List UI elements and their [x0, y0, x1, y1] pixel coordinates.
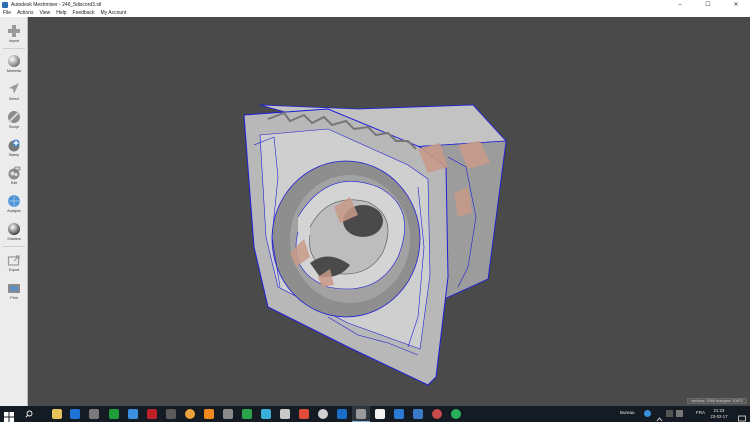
tool-edit[interactable]: Edit: [2, 163, 26, 189]
minimize-button[interactable]: –: [666, 0, 694, 9]
maximize-button[interactable]: ☐: [694, 0, 722, 9]
file-explorer-icon[interactable]: [52, 409, 62, 419]
toolbar-divider: [3, 48, 25, 49]
menu-view[interactable]: View: [39, 10, 50, 16]
close-button[interactable]: ✕: [722, 0, 750, 9]
chevron-up-icon[interactable]: [656, 410, 663, 422]
os-taskbar: Bureau FRA 21:23 23-02-17: [0, 406, 750, 422]
meshmixer-taskbar-icon[interactable]: [356, 409, 366, 419]
menu-help[interactable]: Help: [56, 10, 66, 16]
window-controls: – ☐ ✕: [666, 0, 750, 9]
tool-import[interactable]: Import: [2, 21, 26, 47]
tool-print[interactable]: Print: [2, 278, 26, 304]
app-blue3-icon[interactable]: [413, 409, 423, 419]
edit-icon: [7, 165, 22, 180]
volume-icon[interactable]: [676, 410, 683, 417]
tool-stamp[interactable]: Stamp: [2, 135, 26, 161]
tool-shaders-label: Shaders: [7, 237, 21, 241]
app-green-icon[interactable]: [242, 409, 252, 419]
calculator-icon[interactable]: [223, 409, 233, 419]
app-dark-blue-icon[interactable]: [337, 409, 347, 419]
mail-icon[interactable]: [89, 409, 99, 419]
app-green2-icon[interactable]: [451, 409, 461, 419]
clock-date: 23-02-17: [710, 414, 728, 419]
app-ball-icon[interactable]: [432, 409, 442, 419]
language-indicator[interactable]: FRA: [696, 410, 705, 415]
print-icon: [7, 280, 22, 295]
search-icon[interactable]: [24, 409, 34, 419]
sphere-icon: [7, 53, 22, 68]
tool-shaders[interactable]: Shaders: [2, 219, 26, 245]
app-circle-icon[interactable]: [318, 409, 328, 419]
menu-bar: File Actions View Help Feedback My Accou…: [0, 9, 750, 17]
app-cyan-icon[interactable]: [261, 409, 271, 419]
tool-select[interactable]: Select: [2, 79, 26, 105]
system-clock[interactable]: 21:23 23-02-17: [706, 408, 732, 420]
menu-my-account[interactable]: My Account: [100, 10, 126, 16]
vlc-icon[interactable]: [204, 409, 214, 419]
status-text: vertices: 5366 triangles: 10672: [691, 399, 743, 403]
menu-feedback[interactable]: Feedback: [73, 10, 95, 16]
chrome-icon[interactable]: [185, 409, 195, 419]
notifications-icon[interactable]: [738, 410, 746, 422]
app-red-icon[interactable]: [299, 409, 309, 419]
app-light-icon[interactable]: [280, 409, 290, 419]
analysis-icon: [7, 193, 22, 208]
app-logo-icon: [2, 1, 8, 8]
tool-sculpt[interactable]: Sculpt: [2, 107, 26, 133]
stamp-icon: [7, 137, 22, 152]
menu-actions[interactable]: Actions: [17, 10, 33, 16]
app-gray-icon[interactable]: [166, 409, 176, 419]
cursor-arrow-icon: [7, 81, 22, 96]
toolbar-divider: [3, 246, 25, 247]
menu-file[interactable]: File: [3, 10, 11, 16]
tool-print-label: Print: [10, 296, 18, 300]
status-readout: vertices: 5366 triangles: 10672: [687, 398, 747, 404]
left-toolbar: Import Meshmix Select Sculpt Stamp Edit …: [0, 17, 28, 406]
tool-analysis-label: Analysis: [7, 209, 21, 213]
mesh-model[interactable]: [28, 17, 750, 406]
edge-browser-icon[interactable]: [70, 409, 80, 419]
tray-desktop-label[interactable]: Bureau: [620, 410, 635, 415]
help-icon[interactable]: [644, 410, 651, 417]
network-icon[interactable]: [666, 410, 673, 417]
app-blue2-icon[interactable]: [394, 409, 404, 419]
tool-edit-label: Edit: [10, 181, 18, 185]
app-blue-icon[interactable]: [128, 409, 138, 419]
app-white-icon[interactable]: [375, 409, 385, 419]
tool-stamp-label: Stamp: [8, 153, 20, 157]
tool-export-label: Export: [8, 268, 20, 272]
windows-start-icon[interactable]: [4, 409, 14, 422]
tool-meshmix-label: Meshmix: [6, 69, 22, 73]
acrobat-icon[interactable]: [147, 409, 157, 419]
tool-export[interactable]: Export: [2, 250, 26, 276]
plus-icon: [7, 23, 22, 38]
tool-meshmix[interactable]: Meshmix: [2, 51, 26, 77]
excel-icon[interactable]: [109, 409, 119, 419]
tool-analysis[interactable]: Analysis: [2, 191, 26, 217]
tool-sculpt-label: Sculpt: [9, 125, 19, 129]
export-icon: [7, 252, 22, 267]
meshmixer-window: Autodesk Meshmixer - 246_5discord3.stl –…: [0, 0, 750, 422]
title-bar[interactable]: Autodesk Meshmixer - 246_5discord3.stl –…: [0, 0, 750, 9]
3d-viewport[interactable]: vertices: 5366 triangles: 10672: [28, 17, 750, 406]
window-title: Autodesk Meshmixer - 246_5discord3.stl: [11, 1, 102, 8]
brush-icon: [7, 109, 22, 124]
shader-icon: [7, 221, 22, 236]
tool-import-label: Import: [8, 39, 20, 43]
tool-select-label: Select: [9, 97, 19, 101]
